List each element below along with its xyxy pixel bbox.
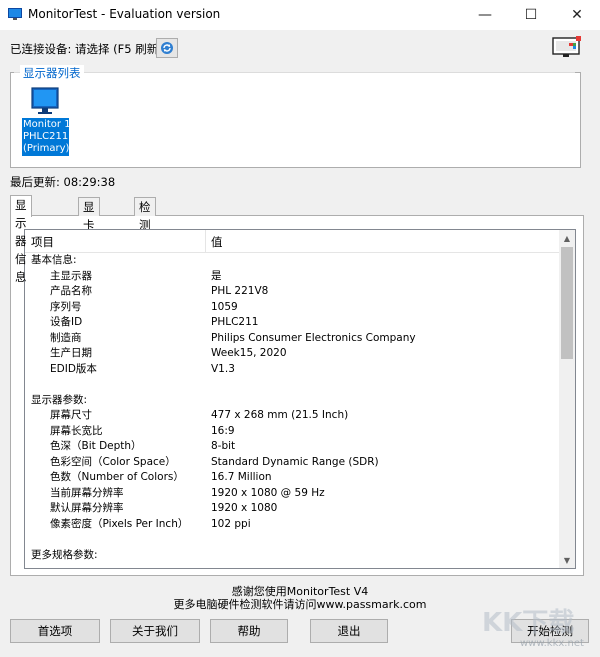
table-row[interactable]: 屏幕长宽比 16:9: [25, 424, 560, 440]
title-bar: MonitorTest - Evaluation version — ☐ ✕: [0, 0, 600, 30]
table-row[interactable]: 序列号 1059: [25, 300, 560, 316]
tab-gpu-info[interactable]: 显卡信息: [78, 197, 100, 268]
passmark-logo-icon: [552, 36, 581, 57]
table-row[interactable]: 制造商 Philips Consumer Electronics Company: [25, 331, 560, 347]
column-header-item[interactable]: 项目: [31, 234, 54, 250]
maximize-button[interactable]: ☐: [508, 0, 554, 30]
table-row[interactable]: 主显示器 是: [25, 269, 560, 285]
row-value: PHLC211: [211, 316, 259, 328]
watermark-logo: KK下载: [482, 608, 575, 638]
table-row[interactable]: 色彩空间（Color Space） Standard Dynamic Range …: [25, 455, 560, 471]
listview-body: 基本信息: 主显示器 是产品名称 PHL 221V8 序列号 1059 设备ID PHLC21…: [25, 253, 560, 563]
table-row[interactable]: 屏幕尺寸 477 x 268 mm (21.5 Inch): [25, 408, 560, 424]
table-row[interactable]: 色深（Bit Depth） 8-bit: [25, 439, 560, 455]
table-row[interactable]: 当前屏幕分辨率 1920 x 1080 @ 59 Hz: [25, 486, 560, 502]
monitor-1-label[interactable]: Monitor 1 PHLC211 (Primary): [22, 118, 71, 156]
section-header-row[interactable]: 显示器参数:: [25, 393, 560, 409]
row-value: 477 x 268 mm (21.5 Inch): [211, 409, 349, 421]
table-row[interactable]: 生产日期 Week15, 2020: [25, 346, 560, 362]
maximize-icon: ☐: [524, 7, 538, 23]
last-update-label: 最后更新:: [10, 175, 60, 189]
monitor-icon[interactable]: [23, 87, 69, 117]
row-key: 色彩空间（Color Space）: [50, 455, 176, 468]
vertical-scrollbar[interactable]: ▲ ▼: [559, 230, 575, 568]
monitor-list-panel: [10, 72, 581, 168]
minimize-icon: —: [478, 7, 492, 23]
table-row[interactable]: [25, 377, 560, 393]
close-button[interactable]: ✕: [554, 0, 600, 30]
row-key: 当前屏幕分辨率: [50, 486, 124, 499]
row-value: 16:9: [211, 424, 235, 437]
last-update-time: 08:29:38: [63, 175, 116, 189]
row-key: 屏幕尺寸: [50, 409, 92, 421]
row-key: 产品名称: [50, 285, 92, 297]
row-key: 显示器参数:: [31, 393, 88, 406]
help-button[interactable]: 帮助: [210, 619, 288, 643]
row-key: 色数（Number of Colors）: [50, 471, 184, 483]
listview-header: 项目 值: [25, 230, 560, 253]
scroll-down-icon[interactable]: ▼: [559, 552, 575, 568]
window-title: MonitorTest - Evaluation version: [28, 7, 221, 21]
close-icon: ✕: [571, 7, 583, 23]
monitor-role: (Primary): [23, 143, 70, 154]
scroll-up-icon[interactable]: ▲: [559, 230, 575, 246]
row-value: Week15, 2020: [211, 347, 287, 359]
last-update: 最后更新: 08:29:38: [10, 174, 115, 190]
tab-monitor-info[interactable]: 显示器信息: [10, 195, 32, 284]
row-value: Standard Dynamic Range (SDR): [211, 455, 379, 468]
row-key: 更多规格参数:: [31, 548, 98, 561]
table-row[interactable]: 色数（Number of Colors） 16.7 Million: [25, 470, 560, 486]
row-key: 生产日期: [50, 347, 92, 359]
scroll-thumb[interactable]: [561, 247, 573, 359]
table-row[interactable]: EDID版本 V1.3: [25, 362, 560, 378]
row-key: 制造商: [50, 331, 82, 344]
refresh-icon: [161, 42, 173, 54]
watermark-url: www.kkx.net: [520, 638, 584, 649]
minimize-button[interactable]: —: [462, 0, 508, 30]
row-key: 基本信息:: [31, 254, 77, 266]
row-key: 设备ID: [50, 316, 83, 328]
row-value: 1920 x 1080: [211, 502, 278, 514]
row-value: 是: [211, 269, 222, 282]
row-key: 主显示器: [50, 269, 92, 282]
column-separator[interactable]: [205, 230, 206, 252]
connected-device-text: 已连接设备: 请选择 (F5 刷新): [10, 42, 163, 56]
row-key: 屏幕长宽比: [50, 424, 103, 437]
row-value: V1.3: [211, 362, 235, 375]
row-key: 序列号: [50, 300, 82, 313]
monitor-list-divider: [14, 72, 575, 73]
monitor-list-legend: 显示器列表: [20, 65, 84, 81]
row-value: 16.7 Million: [211, 471, 272, 483]
info-listview[interactable]: 项目 值 基本信息: 主显示器 是产品名称 PHL 221V8 序列号 1059 设备ID P…: [24, 229, 576, 569]
table-row[interactable]: 设备ID PHLC211: [25, 315, 560, 331]
row-value: 1920 x 1080 @ 59 Hz: [211, 486, 325, 499]
row-value: 102 ppi: [211, 517, 251, 530]
tab-test-options[interactable]: 检测选项: [134, 197, 156, 268]
row-value: 8-bit: [211, 440, 236, 452]
table-row[interactable]: 产品名称 PHL 221V8: [25, 284, 560, 300]
preferences-button[interactable]: 首选项: [10, 619, 100, 643]
table-row[interactable]: 像素密度（Pixels Per Inch） 102 ppi: [25, 517, 560, 533]
row-value: 1059: [211, 300, 238, 313]
row-value: PHL 221V8: [211, 285, 269, 297]
monitor-name: Monitor 1: [23, 119, 71, 130]
table-row[interactable]: [25, 532, 560, 548]
refresh-button[interactable]: [156, 38, 178, 58]
row-key: EDID版本: [50, 362, 97, 375]
section-header-row[interactable]: 基本信息:: [25, 253, 560, 269]
row-key: 像素密度（Pixels Per Inch）: [50, 517, 189, 530]
app-icon: [8, 8, 22, 20]
exit-button[interactable]: 退出: [310, 619, 388, 643]
monitor-model: PHLC211: [23, 131, 69, 142]
column-header-value[interactable]: 值: [211, 234, 223, 250]
about-button[interactable]: 关于我们: [110, 619, 200, 643]
row-key: 色深（Bit Depth）: [50, 440, 142, 452]
footer-thanks: 感谢您使用MonitorTest V4: [231, 585, 369, 598]
row-key: 默认屏幕分辨率: [50, 502, 124, 514]
row-value: Philips Consumer Electronics Company: [211, 331, 416, 344]
table-row[interactable]: 默认屏幕分辨率 1920 x 1080: [25, 501, 560, 517]
section-header-row[interactable]: 更多规格参数:: [25, 548, 560, 564]
